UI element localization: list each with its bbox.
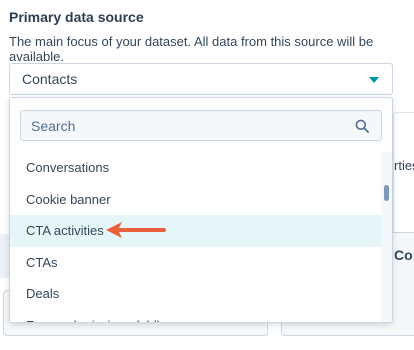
option-conversations[interactable]: Conversations <box>10 152 382 184</box>
search-icon <box>355 119 369 133</box>
option-ctas[interactable]: CTAs <box>10 247 382 279</box>
primary-data-source-panel: Primary data source The main focus of yo… <box>0 0 414 350</box>
section-title: Primary data source <box>9 9 144 25</box>
option-cta-activities[interactable]: CTA activities <box>10 215 382 247</box>
background-card <box>393 112 414 242</box>
search-placeholder: Search <box>31 117 76 134</box>
scrollbar[interactable] <box>381 152 392 322</box>
option-list: Conversations Cookie banner CTA activiti… <box>10 152 382 322</box>
scrollbar-thumb[interactable] <box>384 185 389 201</box>
arrow-left-icon <box>106 222 166 238</box>
background-text: rties <box>394 158 414 173</box>
section-description: The main focus of your dataset. All data… <box>9 34 374 64</box>
data-source-dropdown: Search Conversations Cookie banner CTA a… <box>9 97 393 323</box>
search-input[interactable]: Search <box>20 110 382 141</box>
background-heading: Co <box>394 247 413 263</box>
option-cookie-banner[interactable]: Cookie banner <box>10 184 382 216</box>
select-value: Contacts <box>22 71 78 87</box>
option-deals[interactable]: Deals <box>10 278 382 310</box>
option-form-submissions[interactable]: Form submissions (old) <box>10 310 382 322</box>
primary-data-source-select[interactable]: Contacts <box>9 63 393 95</box>
caret-down-icon <box>369 77 379 83</box>
